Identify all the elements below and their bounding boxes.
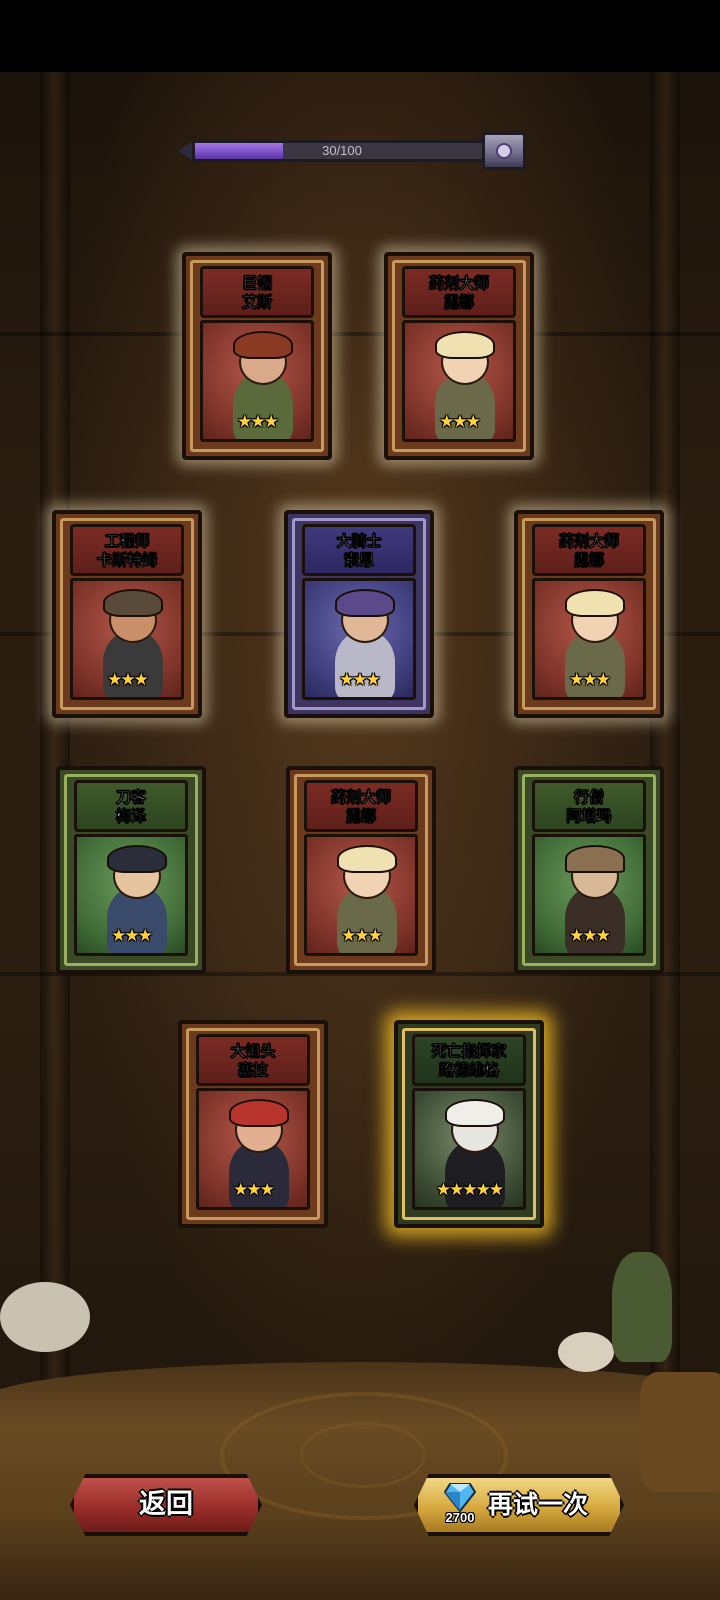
hero-title: 巨锯 xyxy=(241,274,272,292)
hero-portrait: ★★★ xyxy=(200,320,314,442)
hero-name: 梅泽 xyxy=(115,807,146,825)
hero-portrait: ★★★ xyxy=(532,834,646,956)
status-bar xyxy=(0,0,720,72)
hero-portrait: ★★★ xyxy=(74,834,188,956)
hero-card[interactable]: 药剂大师 露娜 ★★★ xyxy=(286,766,436,974)
progress-track: 30/100 xyxy=(192,140,492,162)
hero-hair xyxy=(233,331,293,359)
retry-button-label: 再试一次 xyxy=(488,1490,589,1519)
hero-name-banner: 巨锯 艾斯 xyxy=(200,266,314,318)
wall-plank xyxy=(0,332,720,336)
hero-hair xyxy=(445,1099,505,1127)
hero-portrait: ★★★ xyxy=(304,834,418,956)
hero-title: 工程师 xyxy=(104,532,150,550)
star-rating: ★★★ xyxy=(233,1180,275,1200)
hero-title: 行僧 xyxy=(573,788,604,806)
retry-button[interactable]: 2700 再试一次 xyxy=(414,1474,624,1536)
hero-hair xyxy=(107,845,167,873)
star-rating: ★★★ xyxy=(341,926,383,946)
barrel-prop xyxy=(640,1372,720,1492)
hero-name: 艾斯 xyxy=(241,293,272,311)
bottle-prop xyxy=(612,1252,672,1362)
star-rating: ★★★ xyxy=(339,670,381,690)
hero-name: 露娜 xyxy=(443,293,474,311)
hero-name-banner: 刀客 梅泽 xyxy=(74,780,188,832)
hero-card[interactable]: 行僧 阿塔玛 ★★★ xyxy=(514,766,664,974)
hero-name: 卡斯特姆 xyxy=(96,551,157,569)
summon-progress: 30/100 xyxy=(178,132,538,170)
hero-portrait: ★★★★★ xyxy=(412,1088,526,1210)
star-rating: ★★★ xyxy=(569,670,611,690)
back-button[interactable]: 返回 xyxy=(70,1474,262,1536)
table-rune-inner xyxy=(300,1422,426,1488)
hero-hair xyxy=(335,589,395,617)
star-rating: ★★★ xyxy=(111,926,153,946)
hero-hat xyxy=(565,845,625,873)
back-button-label: 返回 xyxy=(139,1489,193,1520)
hero-title: 大姐头 xyxy=(230,1042,276,1060)
hero-title: 大骑士 xyxy=(336,532,382,550)
hero-hair xyxy=(103,589,163,617)
candle-prop xyxy=(558,1332,614,1372)
hero-portrait: ★★★ xyxy=(532,578,646,700)
hero-title: 药剂大师 xyxy=(558,532,619,550)
hero-name: 露娜 xyxy=(345,807,376,825)
hero-card[interactable]: 药剂大师 露娜 ★★★ xyxy=(384,252,534,460)
hero-card[interactable]: 巨锯 艾斯 ★★★ xyxy=(182,252,332,460)
hero-name-banner: 大姐头 塞拉 xyxy=(196,1034,310,1086)
hero-name-banner: 工程师 卡斯特姆 xyxy=(70,524,184,576)
hero-portrait: ★★★ xyxy=(402,320,516,442)
star-rating: ★★★★★ xyxy=(435,1180,504,1200)
hero-name: 露娜 xyxy=(573,551,604,569)
hero-title: 死亡指挥家 xyxy=(431,1042,507,1060)
hero-title: 药剂大师 xyxy=(330,788,391,806)
hero-name: 塞拉 xyxy=(237,1061,268,1079)
hero-card[interactable]: 大骑士 索恩 ★★★ xyxy=(284,510,434,718)
hero-portrait: ★★★ xyxy=(70,578,184,700)
hero-name-banner: 大骑士 索恩 xyxy=(302,524,416,576)
star-rating: ★★★ xyxy=(569,926,611,946)
star-rating: ★★★ xyxy=(237,412,279,432)
hero-portrait: ★★★ xyxy=(196,1088,310,1210)
hero-name: 路德维格 xyxy=(438,1061,499,1079)
hero-card[interactable]: 工程师 卡斯特姆 ★★★ xyxy=(52,510,202,718)
diamond-icon xyxy=(444,1483,476,1512)
hero-title: 药剂大师 xyxy=(428,274,489,292)
hero-card-legendary[interactable]: 死亡指挥家 路德维格 ★★★★★ xyxy=(394,1020,544,1228)
hero-name-banner: 药剂大师 露娜 xyxy=(402,266,516,318)
hero-name: 阿塔玛 xyxy=(566,807,612,825)
retry-cost: 2700 xyxy=(445,1510,475,1525)
star-rating: ★★★ xyxy=(107,670,149,690)
hero-name-banner: 药剂大师 露娜 xyxy=(304,780,418,832)
hero-hair xyxy=(337,845,397,873)
progress-text: 30/100 xyxy=(322,143,362,158)
chest-lock-icon xyxy=(496,143,512,159)
hero-portrait: ★★★ xyxy=(302,578,416,700)
hero-name: 索恩 xyxy=(343,551,374,569)
hero-name-banner: 药剂大师 露娜 xyxy=(532,524,646,576)
hero-card[interactable]: 大姐头 塞拉 ★★★ xyxy=(178,1020,328,1228)
hero-card[interactable]: 药剂大师 露娜 ★★★ xyxy=(514,510,664,718)
star-rating: ★★★ xyxy=(439,412,481,432)
candle-wax-prop xyxy=(0,1282,90,1352)
reward-chest-icon[interactable] xyxy=(482,132,526,170)
hero-title: 刀客 xyxy=(115,788,146,806)
hero-card[interactable]: 刀客 梅泽 ★★★ xyxy=(56,766,206,974)
hero-name-banner: 行僧 阿塔玛 xyxy=(532,780,646,832)
hero-name-banner: 死亡指挥家 路德维格 xyxy=(412,1034,526,1086)
hero-hair xyxy=(229,1099,289,1127)
hero-hair xyxy=(435,331,495,359)
hero-hair xyxy=(565,589,625,617)
